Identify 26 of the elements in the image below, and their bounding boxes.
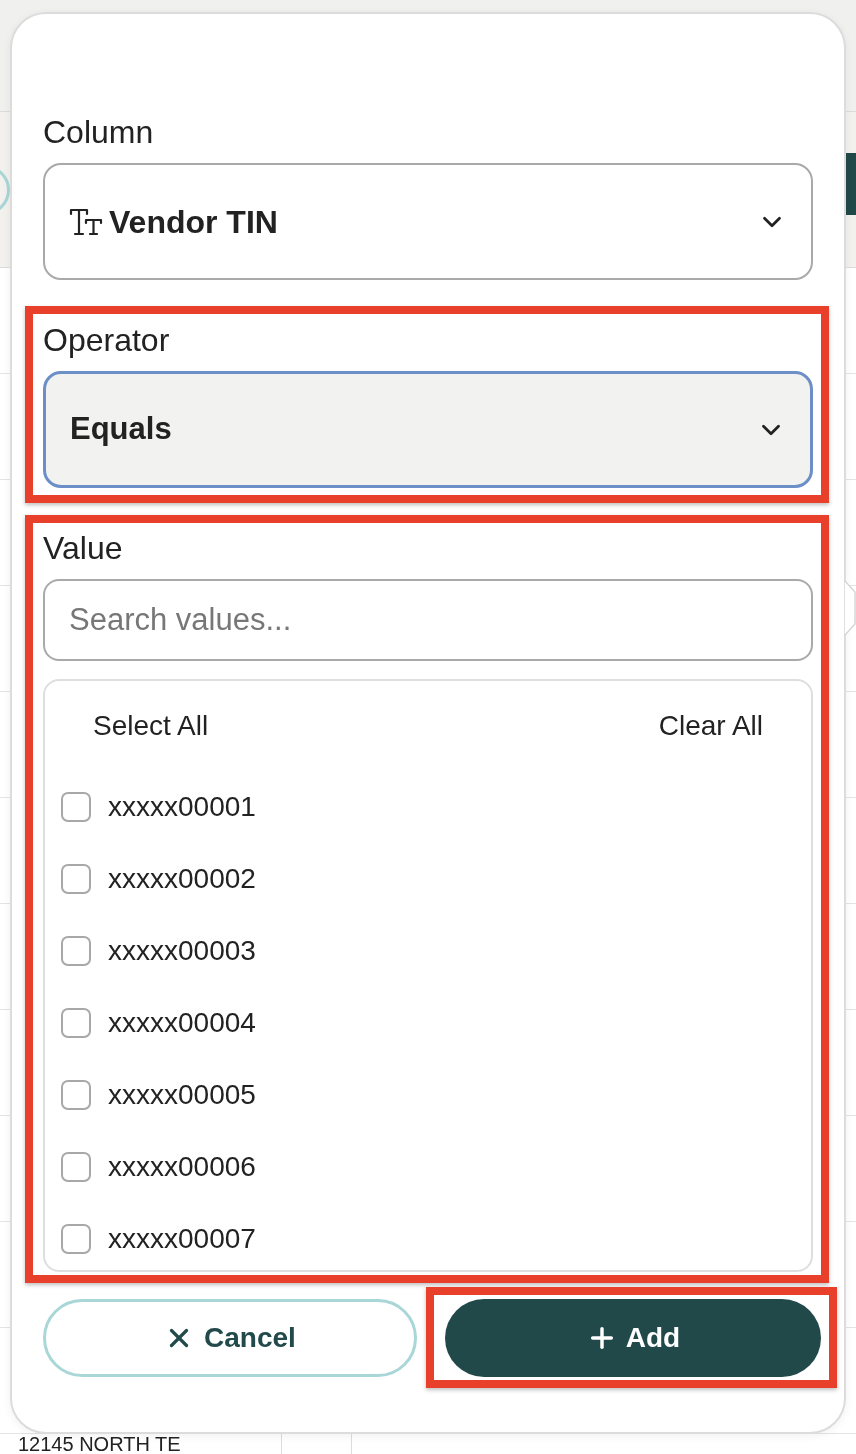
option-label: xxxxx00007: [108, 1224, 256, 1254]
checkbox[interactable]: [61, 1152, 91, 1182]
option-label: xxxxx00003: [108, 936, 256, 966]
cancel-button[interactable]: Cancel: [43, 1299, 417, 1377]
field-label: Column: [43, 115, 154, 149]
checkbox[interactable]: [61, 1008, 91, 1038]
add-button[interactable]: Add: [445, 1299, 821, 1377]
column-select[interactable]: Vendor TIN: [43, 163, 813, 280]
checkbox[interactable]: [61, 1224, 91, 1254]
clear-all-button[interactable]: Clear All: [658, 711, 763, 741]
field-label: Operator: [43, 323, 170, 357]
checkbox[interactable]: [61, 936, 91, 966]
option-label: xxxxx00006: [108, 1152, 256, 1182]
checkbox[interactable]: [61, 1080, 91, 1110]
search-field[interactable]: Search values...: [43, 579, 813, 661]
option-label: xxxxx00004: [108, 1008, 256, 1038]
option-label: xxxxx00001: [108, 792, 256, 822]
checkbox[interactable]: [61, 792, 91, 822]
field-label: Value: [43, 531, 123, 565]
text-type-icon: [69, 206, 103, 237]
option-label: xxxxx00005: [108, 1080, 256, 1110]
checkbox[interactable]: [61, 864, 91, 894]
select-all-button[interactable]: Select All: [93, 711, 209, 741]
option-label: xxxxx00002: [108, 864, 256, 894]
table-cell-text: 12145 NORTH TE: [18, 1434, 181, 1454]
operator-select[interactable]: Equals: [43, 371, 813, 488]
